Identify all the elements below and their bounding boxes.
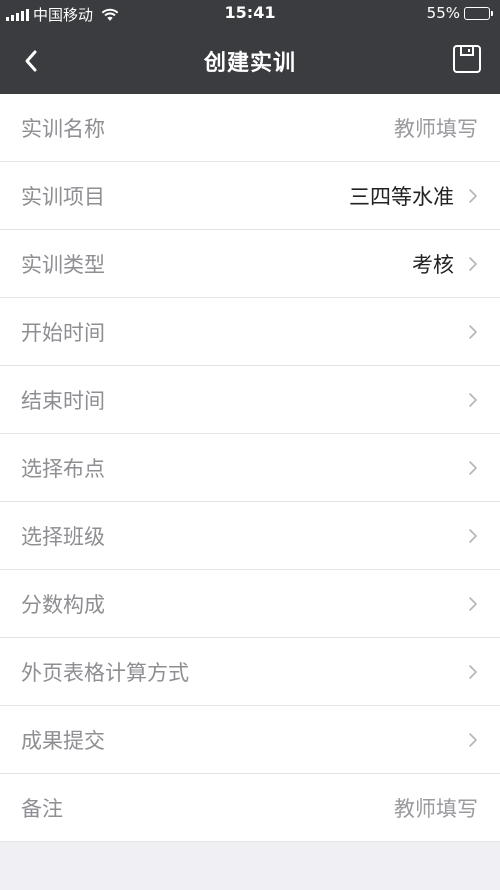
- form-row[interactable]: 成果提交: [0, 706, 500, 774]
- form-row-right: [468, 596, 478, 612]
- form-row-right: [468, 460, 478, 476]
- form-row[interactable]: 分数构成: [0, 570, 500, 638]
- form-row[interactable]: 实训项目 三四等水准: [0, 162, 500, 230]
- form-row-placeholder: 教师填写: [394, 116, 478, 141]
- save-button[interactable]: [452, 44, 482, 74]
- form-row-label: 成果提交: [21, 728, 105, 753]
- form-row-value: 考核: [412, 252, 454, 277]
- chevron-right-icon: [469, 256, 477, 271]
- chevron-right-icon: [469, 460, 477, 475]
- form-row-right: 教师填写: [394, 793, 478, 823]
- form-row[interactable]: 外页表格计算方式: [0, 638, 500, 706]
- form-row-label: 外页表格计算方式: [21, 660, 189, 685]
- form-row-right: 考核: [412, 249, 478, 279]
- chevron-right-icon: [469, 188, 477, 203]
- form-row[interactable]: 选择班级: [0, 502, 500, 570]
- form-row-right: [468, 664, 478, 680]
- form-row-placeholder: 教师填写: [394, 796, 478, 821]
- form-row-right: [468, 392, 478, 408]
- form-row-label: 选择布点: [21, 456, 105, 481]
- form-row-label: 分数构成: [21, 592, 105, 617]
- form-row[interactable]: 实训名称 教师填写: [0, 94, 500, 162]
- status-bar: 中国移动 15:41 55%: [0, 0, 500, 30]
- status-time: 15:41: [224, 3, 276, 22]
- form-row-right: [468, 324, 478, 340]
- form-row[interactable]: 备注 教师填写: [0, 774, 500, 842]
- form-row-label: 备注: [21, 796, 63, 821]
- form-row-value: 三四等水准: [349, 184, 454, 209]
- chevron-right-icon: [469, 664, 477, 679]
- form-row-label: 开始时间: [21, 320, 105, 345]
- status-right: 55%: [426, 4, 493, 22]
- form-row[interactable]: 结束时间: [0, 366, 500, 434]
- battery-percent: 55%: [426, 4, 460, 22]
- chevron-right-icon: [469, 596, 477, 611]
- form-row[interactable]: 选择布点: [0, 434, 500, 502]
- form-row[interactable]: 实训类型 考核: [0, 230, 500, 298]
- form-row-label: 选择班级: [21, 524, 105, 549]
- form-row[interactable]: 开始时间: [0, 298, 500, 366]
- page-title: 创建实训: [203, 51, 296, 76]
- form-row-label: 实训类型: [21, 252, 105, 277]
- chevron-right-icon: [469, 324, 477, 339]
- save-icon: [453, 45, 481, 73]
- form-row-right: [468, 528, 478, 544]
- form-row-right: 三四等水准: [349, 181, 478, 211]
- form-row-right: [468, 732, 478, 748]
- form-row-label: 结束时间: [21, 388, 105, 413]
- battery-icon: [464, 6, 493, 20]
- chevron-right-icon: [469, 732, 477, 747]
- form-row-label: 实训项目: [21, 184, 105, 209]
- nav-bar: 创建实训: [0, 30, 500, 94]
- chevron-right-icon: [469, 528, 477, 543]
- header: 中国移动 15:41 55% 创建实训: [0, 0, 500, 94]
- form-row-label: 实训名称: [21, 116, 105, 141]
- form-list: 实训名称 教师填写 实训项目 三四等水准 实训类型 考核 开始时间 结束时间 选择布点 选择班级分…: [0, 94, 500, 842]
- chevron-right-icon: [469, 392, 477, 407]
- form-row-right: 教师填写: [394, 113, 478, 143]
